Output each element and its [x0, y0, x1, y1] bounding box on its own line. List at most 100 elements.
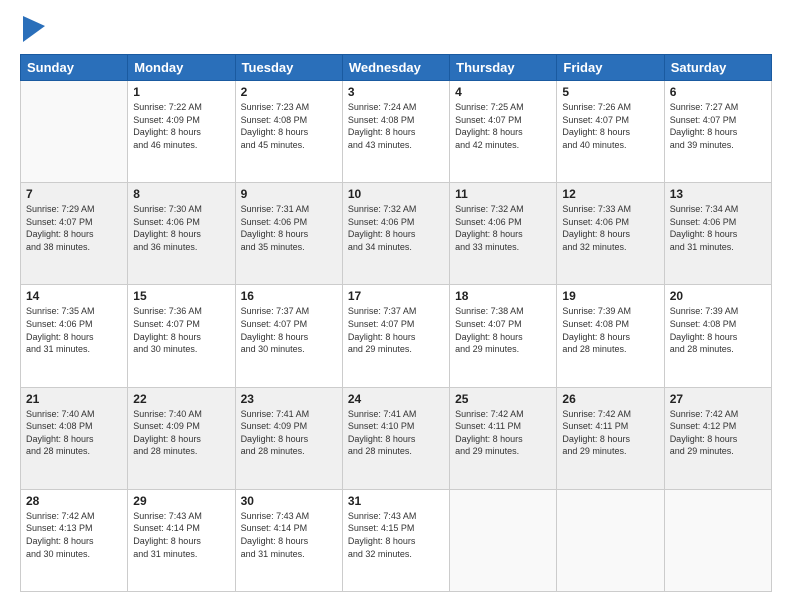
weekday-sunday: Sunday [21, 55, 128, 81]
calendar-table: SundayMondayTuesdayWednesdayThursdayFrid… [20, 54, 772, 592]
day-number: 17 [348, 289, 444, 303]
calendar-cell: 31 Sunrise: 7:43 AMSunset: 4:15 PMDayligh… [342, 489, 449, 591]
day-number: 27 [670, 392, 766, 406]
calendar-cell: 7 Sunrise: 7:29 AMSunset: 4:07 PMDaylight… [21, 183, 128, 285]
calendar-cell: 16 Sunrise: 7:37 AMSunset: 4:07 PMDayligh… [235, 285, 342, 387]
weekday-saturday: Saturday [664, 55, 771, 81]
day-number: 25 [455, 392, 551, 406]
day-info: Sunrise: 7:40 AMSunset: 4:08 PMDaylight:… [26, 408, 122, 458]
day-info: Sunrise: 7:24 AMSunset: 4:08 PMDaylight:… [348, 101, 444, 151]
day-number: 23 [241, 392, 337, 406]
day-number: 8 [133, 187, 229, 201]
calendar-cell: 12 Sunrise: 7:33 AMSunset: 4:06 PMDayligh… [557, 183, 664, 285]
day-info: Sunrise: 7:42 AMSunset: 4:11 PMDaylight:… [562, 408, 658, 458]
day-info: Sunrise: 7:43 AMSunset: 4:14 PMDaylight:… [241, 510, 337, 560]
day-number: 22 [133, 392, 229, 406]
calendar-cell: 11 Sunrise: 7:32 AMSunset: 4:06 PMDayligh… [450, 183, 557, 285]
day-info: Sunrise: 7:42 AMSunset: 4:11 PMDaylight:… [455, 408, 551, 458]
day-number: 31 [348, 494, 444, 508]
weekday-tuesday: Tuesday [235, 55, 342, 81]
calendar-cell: 20 Sunrise: 7:39 AMSunset: 4:08 PMDayligh… [664, 285, 771, 387]
day-number: 29 [133, 494, 229, 508]
day-info: Sunrise: 7:37 AMSunset: 4:07 PMDaylight:… [348, 305, 444, 355]
calendar-cell: 1 Sunrise: 7:22 AMSunset: 4:09 PMDaylight… [128, 81, 235, 183]
calendar-cell: 27 Sunrise: 7:42 AMSunset: 4:12 PMDayligh… [664, 387, 771, 489]
day-info: Sunrise: 7:23 AMSunset: 4:08 PMDaylight:… [241, 101, 337, 151]
weekday-friday: Friday [557, 55, 664, 81]
logo [20, 20, 45, 42]
calendar-cell: 9 Sunrise: 7:31 AMSunset: 4:06 PMDaylight… [235, 183, 342, 285]
day-info: Sunrise: 7:39 AMSunset: 4:08 PMDaylight:… [670, 305, 766, 355]
calendar-cell [450, 489, 557, 591]
day-number: 16 [241, 289, 337, 303]
day-info: Sunrise: 7:31 AMSunset: 4:06 PMDaylight:… [241, 203, 337, 253]
day-number: 13 [670, 187, 766, 201]
day-info: Sunrise: 7:42 AMSunset: 4:12 PMDaylight:… [670, 408, 766, 458]
day-info: Sunrise: 7:38 AMSunset: 4:07 PMDaylight:… [455, 305, 551, 355]
calendar-cell: 15Sunrise: 7:36 AMSunset: 4:07 PMDayligh… [128, 285, 235, 387]
calendar-cell: 24Sunrise: 7:41 AMSunset: 4:10 PMDayligh… [342, 387, 449, 489]
calendar-cell: 10Sunrise: 7:32 AMSunset: 4:06 PMDayligh… [342, 183, 449, 285]
calendar-cell: 3 Sunrise: 7:24 AMSunset: 4:08 PMDaylight… [342, 81, 449, 183]
calendar-cell: 22 Sunrise: 7:40 AMSunset: 4:09 PMDayligh… [128, 387, 235, 489]
day-info: Sunrise: 7:42 AMSunset: 4:13 PMDaylight:… [26, 510, 122, 560]
calendar-cell: 17 Sunrise: 7:37 AMSunset: 4:07 PMDayligh… [342, 285, 449, 387]
day-info: Sunrise: 7:32 AMSunset: 4:06 PMDaylight:… [455, 203, 551, 253]
calendar-cell: 25 Sunrise: 7:42 AMSunset: 4:11 PMDayligh… [450, 387, 557, 489]
day-number: 19 [562, 289, 658, 303]
day-info: Sunrise: 7:34 AMSunset: 4:06 PMDaylight:… [670, 203, 766, 253]
day-info: Sunrise: 7:43 AMSunset: 4:15 PMDaylight:… [348, 510, 444, 560]
calendar-cell: 5 Sunrise: 7:26 AMSunset: 4:07 PMDaylight… [557, 81, 664, 183]
day-info: Sunrise: 7:32 AMSunset: 4:06 PMDaylight:… [348, 203, 444, 253]
calendar-week-1: 1 Sunrise: 7:22 AMSunset: 4:09 PMDaylight… [21, 81, 772, 183]
calendar-cell [21, 81, 128, 183]
day-info: Sunrise: 7:26 AMSunset: 4:07 PMDaylight:… [562, 101, 658, 151]
calendar-cell [664, 489, 771, 591]
calendar-week-5: 28 Sunrise: 7:42 AMSunset: 4:13 PMDayligh… [21, 489, 772, 591]
page: SundayMondayTuesdayWednesdayThursdayFrid… [0, 0, 792, 612]
day-info: Sunrise: 7:29 AMSunset: 4:07 PMDaylight:… [26, 203, 122, 253]
day-number: 2 [241, 85, 337, 99]
day-number: 30 [241, 494, 337, 508]
day-info: Sunrise: 7:40 AMSunset: 4:09 PMDaylight:… [133, 408, 229, 458]
day-number: 1 [133, 85, 229, 99]
day-number: 3 [348, 85, 444, 99]
calendar-cell: 29Sunrise: 7:43 AMSunset: 4:14 PMDayligh… [128, 489, 235, 591]
calendar-cell [557, 489, 664, 591]
weekday-thursday: Thursday [450, 55, 557, 81]
day-info: Sunrise: 7:33 AMSunset: 4:06 PMDaylight:… [562, 203, 658, 253]
calendar-cell: 19Sunrise: 7:39 AMSunset: 4:08 PMDayligh… [557, 285, 664, 387]
day-info: Sunrise: 7:35 AMSunset: 4:06 PMDaylight:… [26, 305, 122, 355]
calendar-cell: 8 Sunrise: 7:30 AMSunset: 4:06 PMDaylight… [128, 183, 235, 285]
day-number: 5 [562, 85, 658, 99]
day-info: Sunrise: 7:36 AMSunset: 4:07 PMDaylight:… [133, 305, 229, 355]
calendar-cell: 6 Sunrise: 7:27 AMSunset: 4:07 PMDaylight… [664, 81, 771, 183]
calendar-cell: 2 Sunrise: 7:23 AMSunset: 4:08 PMDaylight… [235, 81, 342, 183]
day-number: 28 [26, 494, 122, 508]
calendar-cell: 18Sunrise: 7:38 AMSunset: 4:07 PMDayligh… [450, 285, 557, 387]
calendar-cell: 28 Sunrise: 7:42 AMSunset: 4:13 PMDayligh… [21, 489, 128, 591]
day-info: Sunrise: 7:37 AMSunset: 4:07 PMDaylight:… [241, 305, 337, 355]
calendar-week-3: 14 Sunrise: 7:35 AMSunset: 4:06 PMDayligh… [21, 285, 772, 387]
calendar-cell: 13 Sunrise: 7:34 AMSunset: 4:06 PMDayligh… [664, 183, 771, 285]
day-info: Sunrise: 7:27 AMSunset: 4:07 PMDaylight:… [670, 101, 766, 151]
logo-icon [23, 16, 45, 42]
weekday-monday: Monday [128, 55, 235, 81]
calendar-cell: 30 Sunrise: 7:43 AMSunset: 4:14 PMDayligh… [235, 489, 342, 591]
day-number: 14 [26, 289, 122, 303]
day-number: 6 [670, 85, 766, 99]
header [20, 20, 772, 42]
day-number: 20 [670, 289, 766, 303]
calendar-cell: 21Sunrise: 7:40 AMSunset: 4:08 PMDayligh… [21, 387, 128, 489]
day-number: 12 [562, 187, 658, 201]
day-info: Sunrise: 7:22 AMSunset: 4:09 PMDaylight:… [133, 101, 229, 151]
day-number: 11 [455, 187, 551, 201]
day-info: Sunrise: 7:25 AMSunset: 4:07 PMDaylight:… [455, 101, 551, 151]
day-info: Sunrise: 7:30 AMSunset: 4:06 PMDaylight:… [133, 203, 229, 253]
calendar-cell: 4Sunrise: 7:25 AMSunset: 4:07 PMDaylight… [450, 81, 557, 183]
day-number: 9 [241, 187, 337, 201]
day-info: Sunrise: 7:41 AMSunset: 4:10 PMDaylight:… [348, 408, 444, 458]
calendar-cell: 14 Sunrise: 7:35 AMSunset: 4:06 PMDayligh… [21, 285, 128, 387]
day-number: 7 [26, 187, 122, 201]
calendar-week-4: 21Sunrise: 7:40 AMSunset: 4:08 PMDayligh… [21, 387, 772, 489]
